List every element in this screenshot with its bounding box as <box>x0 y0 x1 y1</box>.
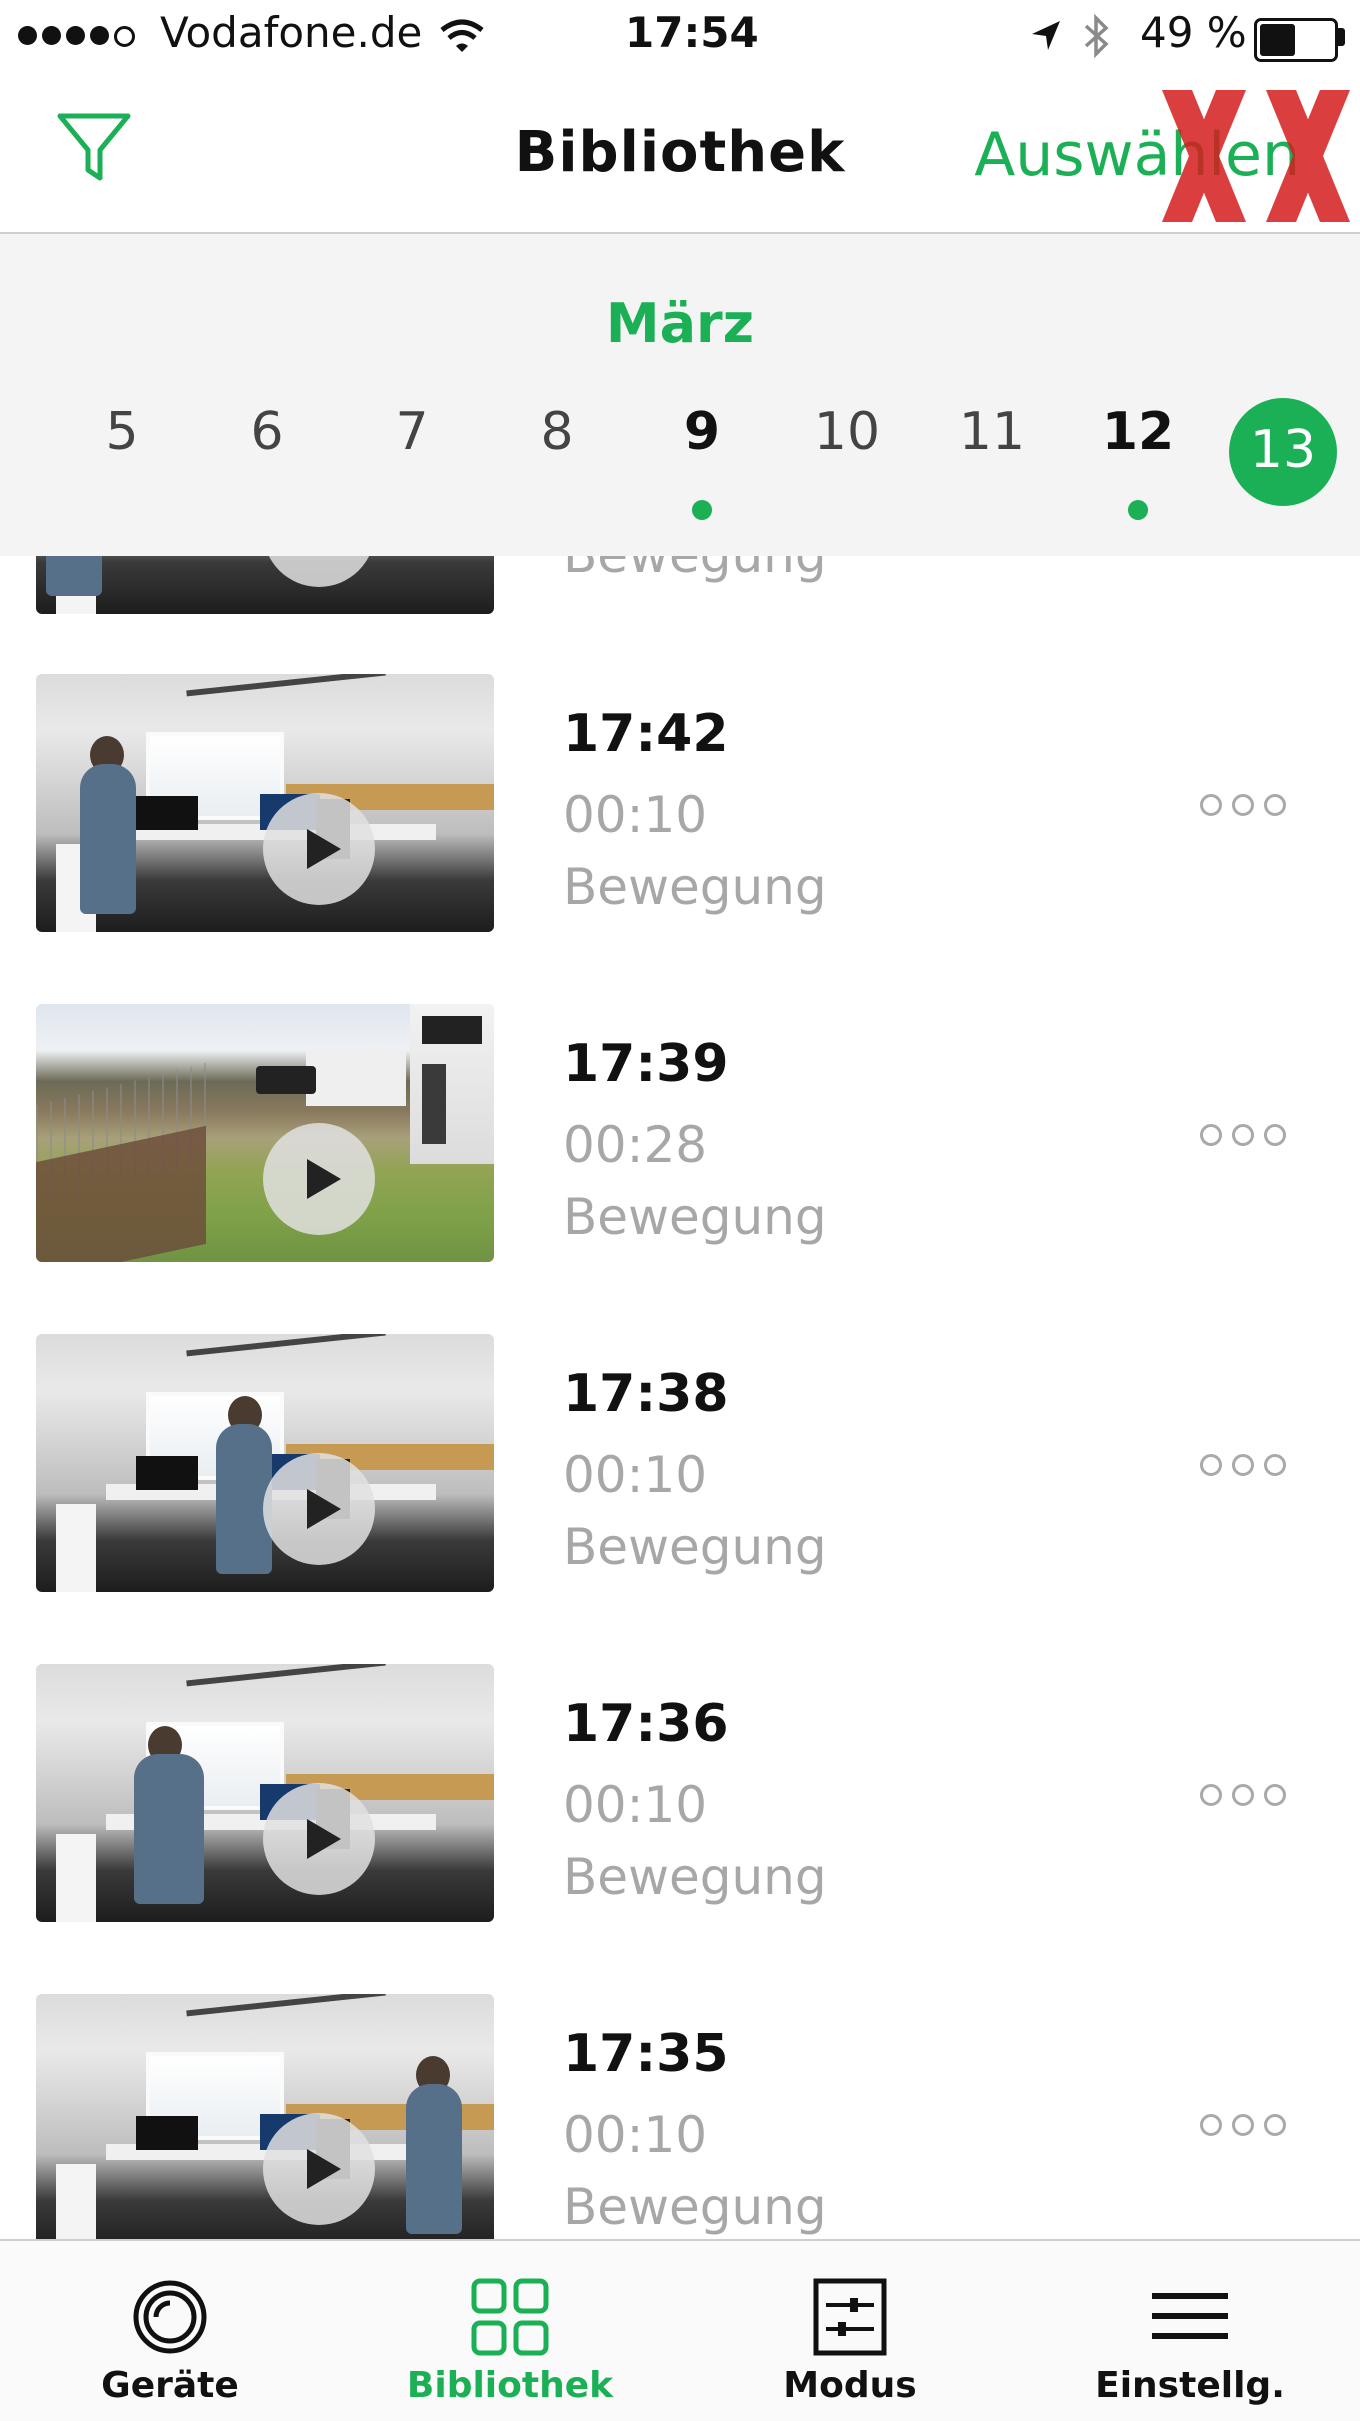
clip-duration: 00:10 <box>563 1446 708 1504</box>
play-icon[interactable] <box>263 2113 375 2225</box>
clip-time: 17:42 <box>563 704 729 764</box>
clip-event-type: Bewegung <box>563 556 827 584</box>
clip-thumbnail[interactable] <box>36 556 494 614</box>
play-icon[interactable] <box>263 1453 375 1565</box>
day-13-label: 13 <box>1249 420 1317 480</box>
sliders-icon <box>813 2278 887 2356</box>
wifi-icon <box>440 19 484 52</box>
clip-duration: 00:10 <box>563 786 708 844</box>
more-options-icon[interactable] <box>1200 788 1286 818</box>
clip-event-type: Bewegung <box>563 1518 827 1576</box>
signal-dot-empty <box>114 26 135 47</box>
battery-fill <box>1260 24 1295 56</box>
battery-tip <box>1338 28 1345 46</box>
signal-dot <box>66 26 85 45</box>
clip-event-type: Bewegung <box>563 1848 827 1906</box>
battery-icon <box>1254 18 1338 62</box>
clip-thumbnail[interactable] <box>36 674 494 932</box>
tab-settings[interactable]: Einstellg. <box>1020 2241 1360 2421</box>
clip-duration: 00:10 <box>563 2106 708 2164</box>
play-icon[interactable] <box>263 556 375 587</box>
clock: 17:54 <box>625 8 759 57</box>
navigation-bar: Bibliothek Auswählen <box>0 76 1360 234</box>
day-10[interactable]: 10 <box>792 402 902 462</box>
clip-row[interactable]: 17:35 00:10 Bewegung <box>0 1994 1360 2239</box>
clip-event-type: Bewegung <box>563 858 827 916</box>
clip-thumbnail[interactable] <box>36 1334 494 1592</box>
day-6[interactable]: 6 <box>212 402 322 462</box>
clip-event-type: Bewegung <box>563 1188 827 1246</box>
day-7[interactable]: 7 <box>357 402 467 462</box>
more-options-icon[interactable] <box>1200 1778 1286 1808</box>
tab-label: Bibliothek <box>406 2365 614 2406</box>
location-arrow-icon <box>1032 21 1060 50</box>
watermark-logo <box>1162 90 1350 222</box>
play-icon[interactable] <box>263 1783 375 1895</box>
play-icon[interactable] <box>263 793 375 905</box>
tab-library[interactable]: Bibliothek <box>340 2241 680 2421</box>
clip-time: 17:35 <box>563 2024 729 2084</box>
clip-duration: 00:28 <box>563 1116 708 1174</box>
grid-icon <box>471 2278 549 2356</box>
day-8[interactable]: 8 <box>502 402 612 462</box>
clip-time: 17:39 <box>563 1034 729 1094</box>
signal-dot <box>18 26 37 45</box>
status-bar: Vodafone.de 17:54 49 % <box>0 0 1360 76</box>
tab-label: Einstellg. <box>1095 2365 1285 2406</box>
clip-thumbnail[interactable] <box>36 1994 494 2239</box>
more-options-icon[interactable] <box>1200 1118 1286 1148</box>
bluetooth-icon <box>1084 13 1109 59</box>
clip-time: 17:36 <box>563 1694 729 1754</box>
clip-thumbnail[interactable] <box>36 1664 494 1922</box>
day-9[interactable]: 9 <box>647 402 757 462</box>
more-options-icon[interactable] <box>1200 2108 1286 2138</box>
clip-row[interactable]: 17:39 00:28 Bewegung <box>0 1004 1360 1334</box>
clip-thumbnail[interactable] <box>36 1004 494 1262</box>
menu-icon <box>1152 2293 1228 2339</box>
clip-list[interactable]: Bewegung Bewegung 17:42 00:10 Bewegung 1… <box>0 556 1360 2239</box>
event-indicator-dot <box>692 500 712 520</box>
clip-event-type: Bewegung <box>563 2178 827 2236</box>
battery-percent: 49 % <box>1140 8 1247 57</box>
signal-dot <box>90 26 109 45</box>
play-icon[interactable] <box>263 1123 375 1235</box>
tab-label: Modus <box>783 2365 917 2406</box>
signal-dot <box>42 26 61 45</box>
tab-devices[interactable]: Geräte <box>0 2241 340 2421</box>
carrier-name: Vodafone.de <box>160 8 423 57</box>
more-options-icon[interactable] <box>1200 1448 1286 1478</box>
camera-lens-icon <box>133 2280 207 2354</box>
clip-row[interactable]: 17:36 00:10 Bewegung <box>0 1664 1360 1994</box>
clip-row[interactable]: 17:38 00:10 Bewegung <box>0 1334 1360 1664</box>
clip-row[interactable]: 17:42 00:10 Bewegung <box>0 674 1360 1004</box>
tab-mode[interactable]: Modus <box>680 2241 1020 2421</box>
day-5[interactable]: 5 <box>67 402 177 462</box>
month-label: März <box>605 292 755 355</box>
day-11[interactable]: 11 <box>937 402 1047 462</box>
date-strip: März 5 6 7 8 9 10 11 12 13 <box>0 234 1360 556</box>
tab-label: Geräte <box>101 2365 239 2406</box>
event-indicator-dot <box>1128 500 1148 520</box>
day-12[interactable]: 12 <box>1083 402 1193 462</box>
day-13-selected[interactable]: 13 <box>1229 398 1337 506</box>
clip-duration: 00:10 <box>563 1776 708 1834</box>
clip-time: 17:38 <box>563 1364 729 1424</box>
tab-bar: Geräte Bibliothek Modus Einstellg. <box>0 2239 1360 2421</box>
